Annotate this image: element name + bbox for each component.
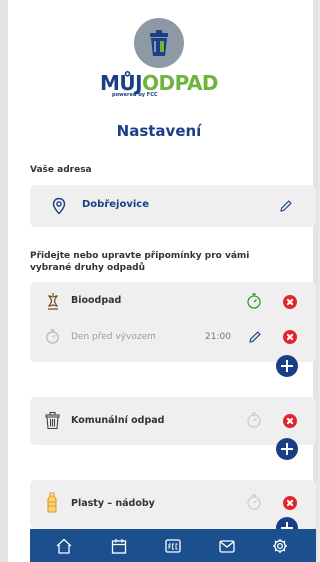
- edit-reminder-pencil-icon[interactable]: [248, 330, 262, 344]
- address-section-label: Vaše adresa: [30, 165, 92, 175]
- bio-apple-core-icon: [48, 293, 58, 310]
- add-reminder-button[interactable]: [276, 438, 298, 460]
- logo-wordmark: MŮJODPAD: [99, 71, 219, 95]
- waste-section-label: Přidejte nebo upravte připomínky pro vám…: [30, 251, 250, 273]
- mixed-waste-bin-icon: [45, 411, 60, 430]
- waste-item-name: Bioodpad: [71, 295, 122, 306]
- reminder-timer-icon: [46, 329, 59, 344]
- reminder-timer-icon[interactable]: [246, 292, 262, 310]
- settings-icon[interactable]: [271, 537, 289, 555]
- waste-card-plasty: Plasty – nádoby: [30, 480, 316, 529]
- home-icon[interactable]: [55, 537, 73, 555]
- trash-bin-logo-icon: [134, 18, 184, 68]
- remove-waste-button[interactable]: [283, 496, 297, 510]
- fcc-icon[interactable]: [164, 537, 182, 555]
- address-card[interactable]: Dobřejovice: [30, 185, 316, 227]
- remove-waste-button[interactable]: [283, 414, 297, 428]
- reminder-label: Den před vývozem: [71, 332, 156, 342]
- edit-address-pencil-icon[interactable]: [279, 199, 293, 213]
- remove-reminder-button[interactable]: [283, 330, 297, 344]
- waste-item-name: Plasty – nádoby: [71, 498, 155, 509]
- waste-card-bioodpad: Bioodpad Den před vývozem 21:00: [30, 282, 316, 362]
- add-reminder-button[interactable]: [276, 355, 298, 377]
- plastic-bottle-icon: [47, 492, 57, 513]
- bottom-nav: [30, 529, 316, 562]
- reminder-timer-icon[interactable]: [246, 411, 262, 429]
- page-title: Nastavení: [116, 122, 202, 140]
- mail-icon[interactable]: [218, 537, 236, 555]
- address-value: Dobřejovice: [82, 199, 149, 210]
- calendar-icon[interactable]: [110, 537, 128, 555]
- location-pin-icon: [52, 197, 66, 215]
- waste-card-komunalni: Komunální odpad: [30, 397, 316, 445]
- remove-waste-button[interactable]: [283, 295, 297, 309]
- settings-screen: MŮJODPAD powered by FCC Nastavení Vaše a…: [0, 0, 318, 562]
- app-logo: MŮJODPAD powered by FCC: [0, 18, 318, 98]
- reminder-timer-icon[interactable]: [246, 493, 262, 511]
- reminder-time: 21:00: [205, 332, 231, 342]
- waste-item-name: Komunální odpad: [71, 415, 165, 426]
